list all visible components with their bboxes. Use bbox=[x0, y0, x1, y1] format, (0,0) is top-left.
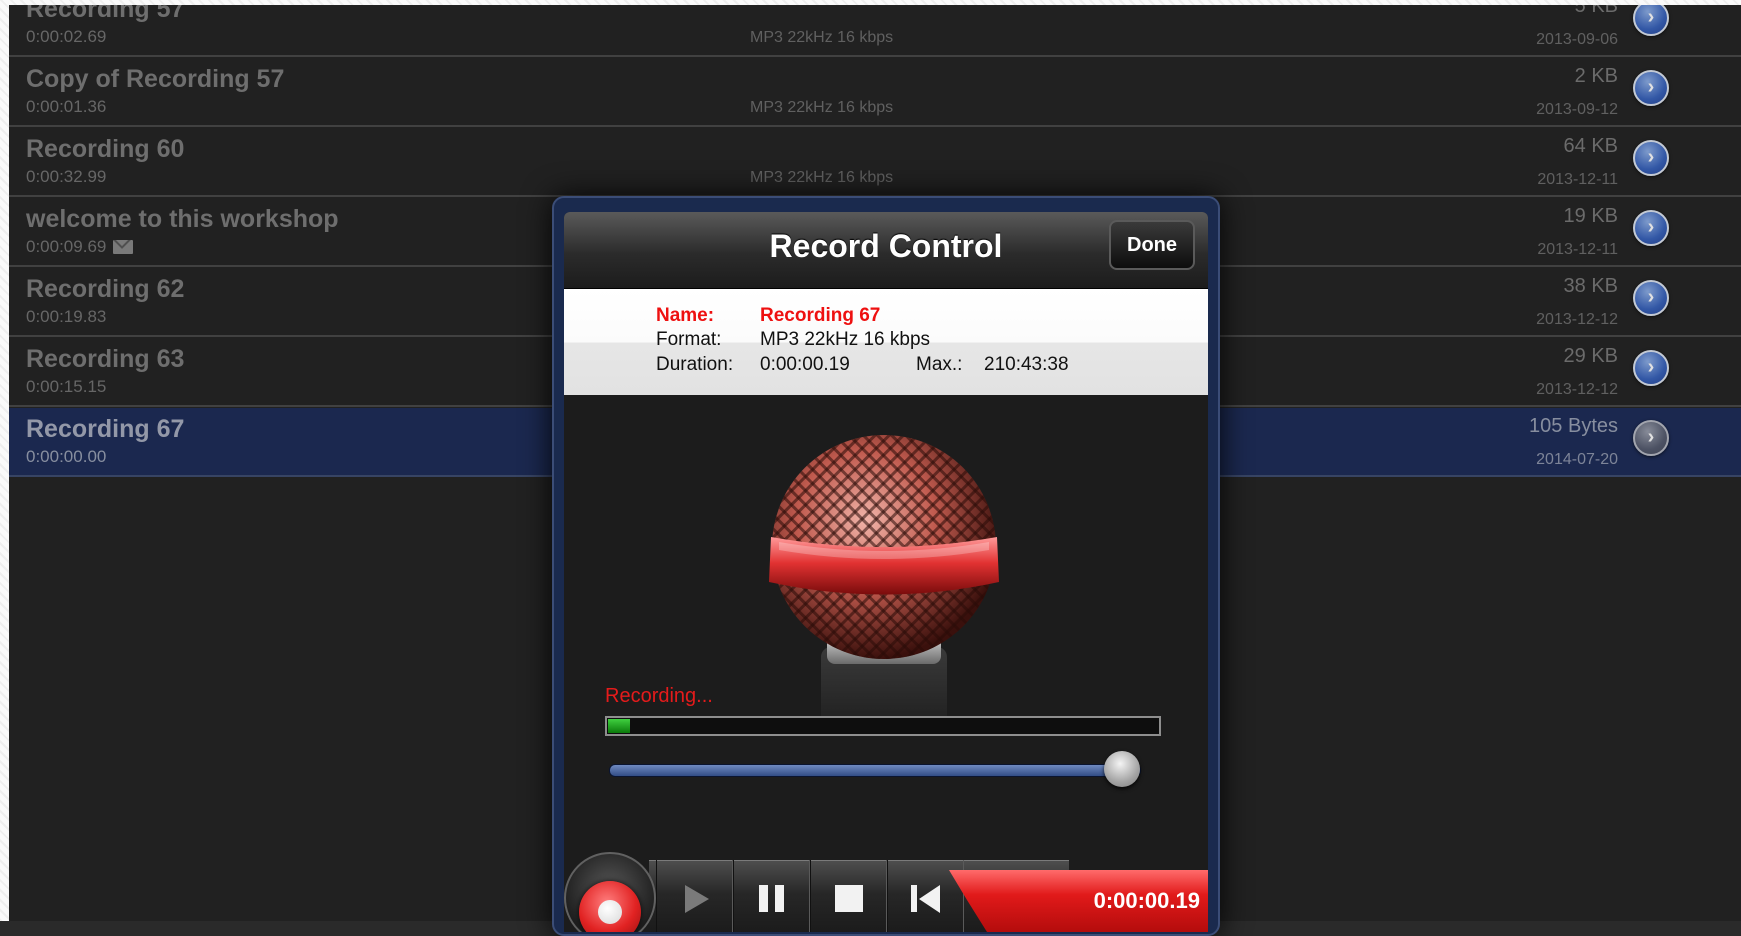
input-level-fill bbox=[608, 719, 630, 733]
record-control-dialog: Record Control Done Name: Recording 67 F… bbox=[552, 196, 1220, 936]
format-value: MP3 22kHz 16 kbps bbox=[760, 329, 931, 350]
gain-slider-track[interactable] bbox=[609, 764, 1141, 777]
elapsed-time: 0:00:00.19 bbox=[1093, 888, 1200, 913]
pause-button[interactable] bbox=[733, 860, 810, 932]
recording-status: Recording... bbox=[605, 685, 713, 707]
input-level-meter bbox=[605, 716, 1161, 736]
name-value: Recording 67 bbox=[760, 305, 881, 326]
transport-toolbar: 0:00:00.19 bbox=[564, 852, 1208, 932]
done-button[interactable]: Done bbox=[1109, 220, 1195, 270]
recording-info-panel: Name: Recording 67 Format: MP3 22kHz 16 … bbox=[564, 289, 1208, 395]
record-control-panel: Record Control Done Name: Recording 67 F… bbox=[564, 212, 1208, 932]
duration-label: Duration: bbox=[656, 354, 734, 375]
stop-button[interactable] bbox=[810, 860, 887, 932]
pause-icon bbox=[759, 885, 784, 912]
record-button[interactable] bbox=[579, 881, 641, 932]
microphone-icon bbox=[769, 435, 999, 732]
name-label: Name: bbox=[656, 305, 715, 326]
max-value: 210:43:38 bbox=[984, 354, 1069, 375]
dialog-header: Record Control Done bbox=[564, 212, 1208, 289]
stop-icon bbox=[835, 885, 863, 912]
max-label: Max.: bbox=[916, 354, 963, 375]
play-icon bbox=[685, 885, 709, 913]
play-button[interactable] bbox=[656, 860, 733, 932]
gain-slider-thumb[interactable] bbox=[1104, 751, 1140, 787]
duration-value: 0:00:00.19 bbox=[760, 354, 850, 375]
format-label: Format: bbox=[656, 329, 722, 350]
elapsed-time-panel: 0:00:00.19 bbox=[949, 870, 1208, 932]
record-dot-icon bbox=[598, 900, 622, 924]
record-button-housing bbox=[564, 852, 656, 932]
